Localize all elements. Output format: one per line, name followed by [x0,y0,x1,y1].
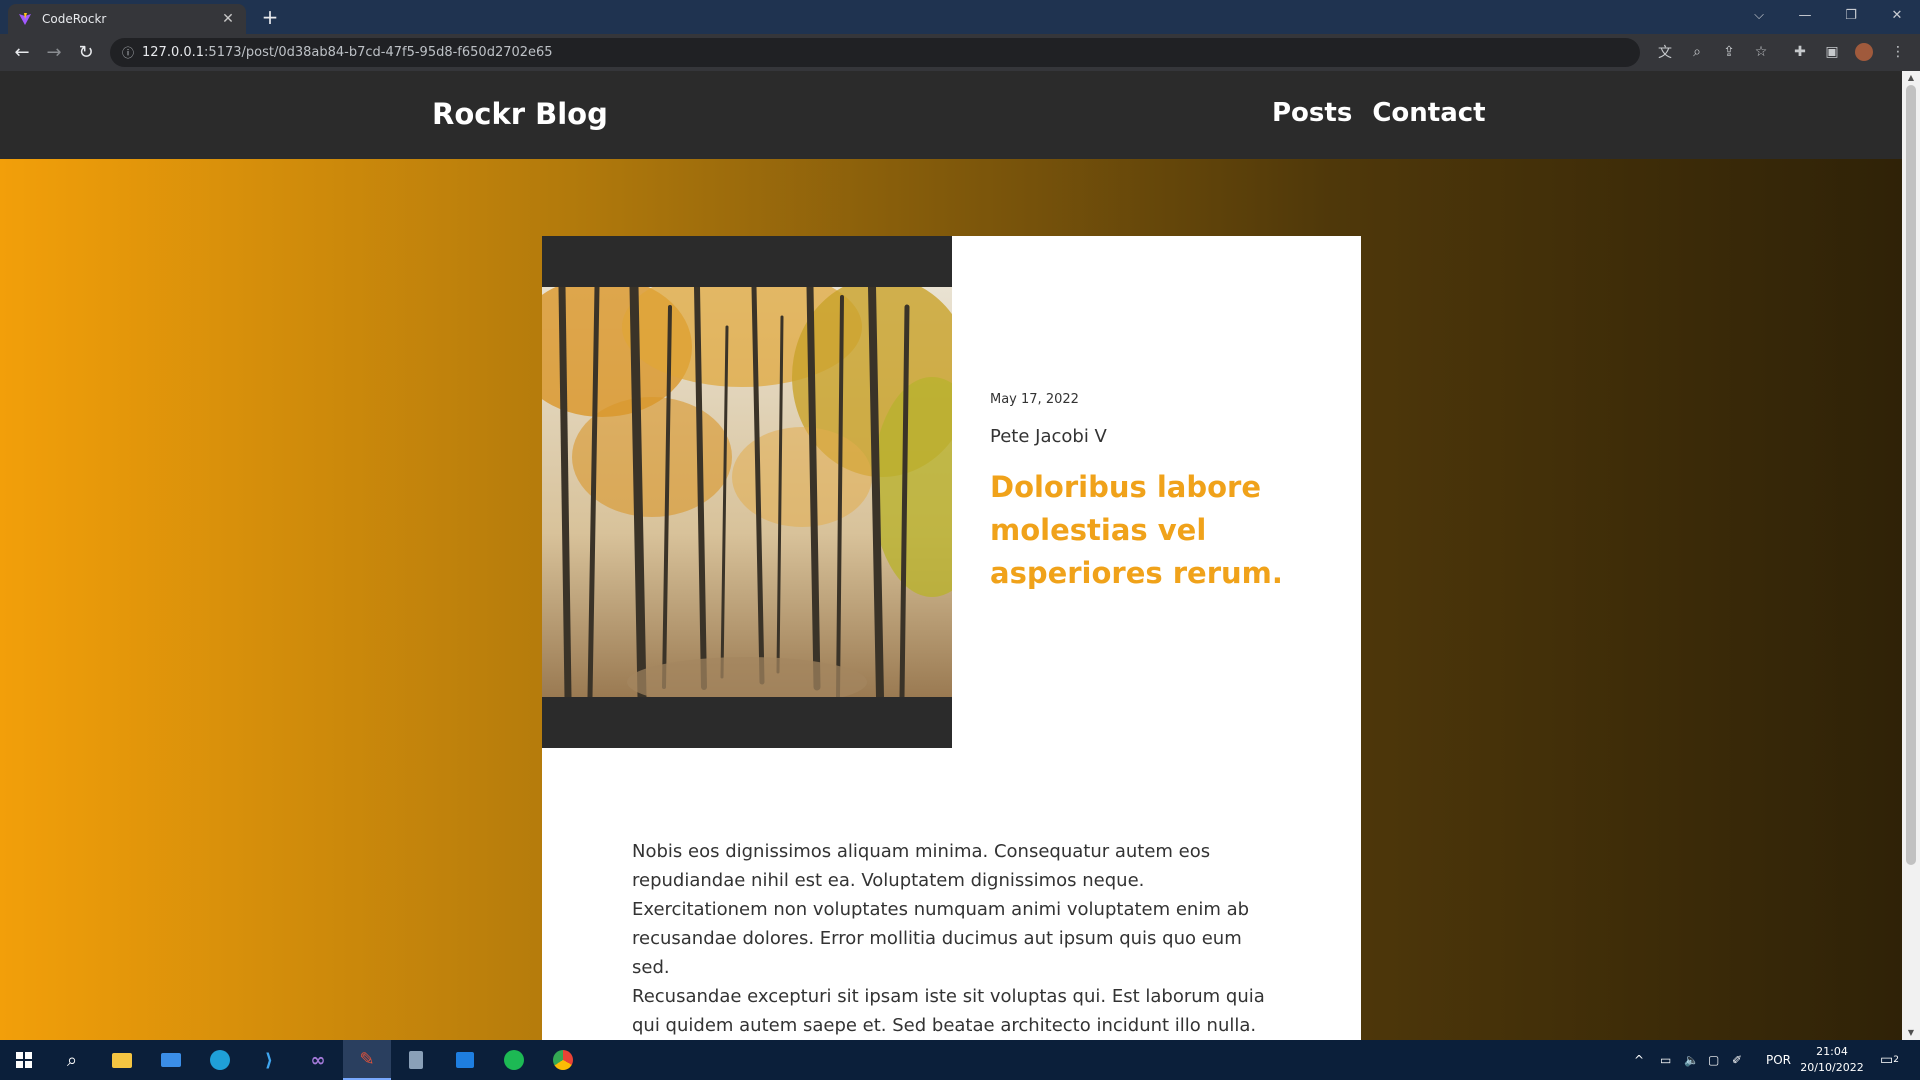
volume-icon[interactable]: 🔈 [1684,1040,1699,1080]
post-paragraph: Recusandae excepturi sit ipsam iste sit … [632,986,1265,1036]
post-paragraph: Nobis eos dignissimos aliquam minima. Co… [632,841,1250,978]
file-explorer-icon[interactable] [98,1040,146,1080]
share-icon[interactable]: ⇪ [1717,40,1741,64]
browser-toolbar: ← → ↻ ⓘ 127.0.0.1:5173/post/0d38ab84-b7c… [0,34,1920,71]
browser-tab-strip: CodeRockr ✕ + ⌵ — ❐ ✕ [0,0,1920,34]
input-language[interactable]: POR [1766,1040,1791,1080]
post-image [542,287,952,697]
tray-chevron-icon[interactable]: ^ [1634,1040,1644,1080]
visual-studio-icon[interactable]: ∞ [294,1040,342,1080]
tab-title: CodeRockr [42,12,107,26]
vite-favicon-icon [18,12,32,26]
paint-app-icon[interactable]: ✎ [343,1040,391,1080]
bookmark-star-icon[interactable]: ☆ [1749,40,1773,64]
translate-icon[interactable]: 文 [1653,40,1677,64]
main-nav: Posts Contact [1272,98,1486,128]
url-path: :5173/post/0d38ab84-b7cd-47f5-95d8-f650d… [204,45,553,60]
scroll-down-arrow-icon[interactable]: ▼ [1902,1026,1920,1040]
post-card: May 17, 2022 Pete Jacobi V Doloribus lab… [542,236,1361,1040]
post-title: Doloribus labore molestias vel asperiore… [990,470,1283,590]
site-header: Rockr Blog Posts Contact [0,71,1902,159]
clock-time: 21:04 [1816,1045,1848,1058]
extensions-icon[interactable]: ✚ [1788,40,1812,64]
pen-icon[interactable]: ✐ [1732,1040,1742,1080]
post-image-frame [542,236,952,748]
battery-icon[interactable]: ▭ [1660,1040,1671,1080]
post-body: Nobis eos dignissimos aliquam minima. Co… [632,837,1272,1040]
page-viewport: Rockr Blog Posts Contact May 17, 2022 Pe… [0,71,1902,1040]
address-bar[interactable]: ⓘ 127.0.0.1:5173/post/0d38ab84-b7cd-47f5… [110,38,1640,67]
close-window-button[interactable]: ✕ [1874,0,1920,30]
search-icon[interactable]: ⌕ [48,1040,96,1080]
site-info-icon[interactable]: ⓘ [122,44,134,61]
post-date: May 17, 2022 [990,392,1079,407]
browser-tab[interactable]: CodeRockr ✕ [8,4,246,34]
reload-icon[interactable]: ↻ [72,38,100,66]
windows-start-icon[interactable] [0,1040,48,1080]
url-host: 127.0.0.1 [142,45,205,60]
page-scrollbar[interactable]: ▲ ▼ [1902,71,1920,1040]
back-arrow-icon[interactable]: ← [8,38,36,66]
nav-link-contact[interactable]: Contact [1372,98,1485,128]
mail-icon[interactable] [147,1040,195,1080]
new-tab-button[interactable]: + [258,5,282,29]
chrome-icon[interactable] [539,1040,587,1080]
store-icon[interactable] [441,1040,489,1080]
calculator-icon[interactable] [392,1040,440,1080]
zoom-icon[interactable]: ⌕ [1685,40,1709,64]
clock-date: 20/10/2022 [1800,1061,1864,1074]
tab-search-icon[interactable]: ⌵ [1736,0,1782,30]
profile-avatar[interactable] [1852,40,1876,64]
scroll-up-arrow-icon[interactable]: ▲ [1902,71,1920,85]
windows-taskbar: ⌕ ⟩ ∞ ✎ ^ ▭ 🔈 ▢ ✐ POR 21:04 20/10/2022 ▭… [0,1040,1920,1080]
minimize-button[interactable]: — [1782,0,1828,30]
browser-menu-icon[interactable]: ⋮ [1886,40,1910,64]
edge-icon[interactable] [196,1040,244,1080]
nav-link-posts[interactable]: Posts [1272,98,1352,128]
post-author: Pete Jacobi V [990,426,1107,447]
system-clock[interactable]: 21:04 20/10/2022 [1798,1044,1866,1076]
forward-arrow-icon[interactable]: → [40,38,68,66]
scrollbar-thumb[interactable] [1906,85,1916,865]
notification-count: 2 [1893,1055,1899,1065]
vscode-icon[interactable]: ⟩ [245,1040,293,1080]
site-brand[interactable]: Rockr Blog [432,97,608,131]
tab-close-icon[interactable]: ✕ [220,11,236,27]
side-panel-icon[interactable]: ▣ [1820,40,1844,64]
notifications-icon[interactable]: ▭ 2 [1880,1040,1899,1080]
spotify-icon[interactable] [490,1040,538,1080]
restore-button[interactable]: ❐ [1828,0,1874,30]
network-icon[interactable]: ▢ [1708,1040,1719,1080]
